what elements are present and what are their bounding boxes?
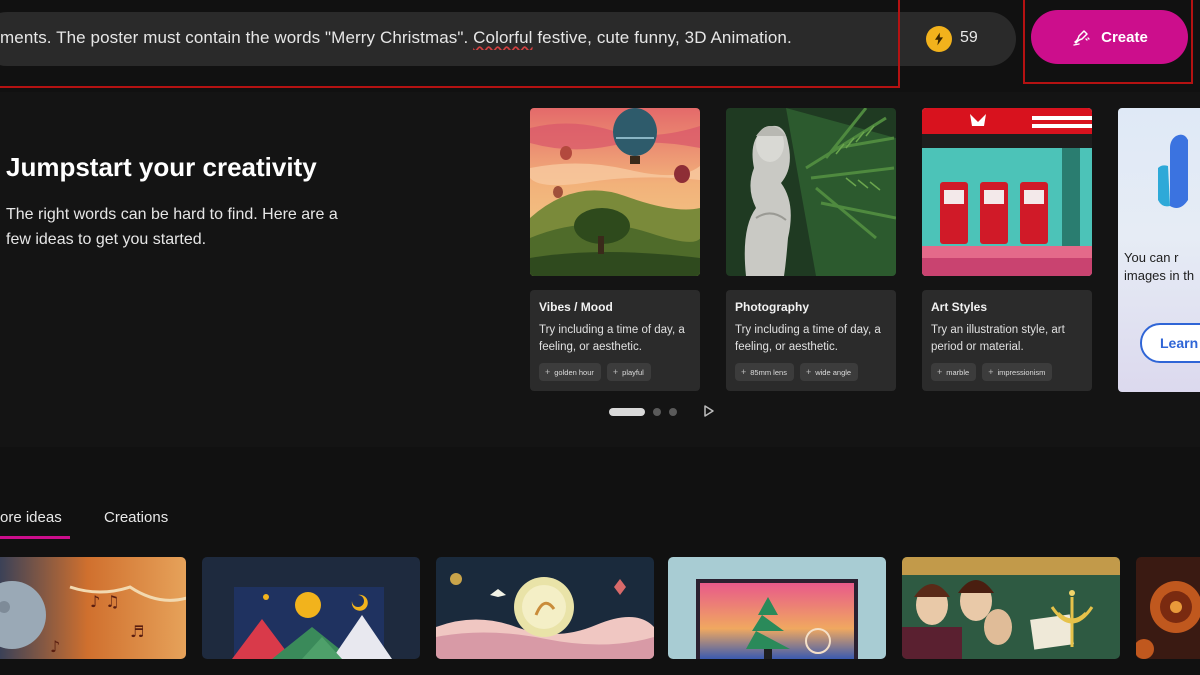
carousel-dot-active[interactable] [609,408,645,416]
create-button-label: Create [1101,28,1148,46]
plus-icon: + [988,367,994,377]
card-description: Try including a time of day, a feeling, … [735,324,881,353]
card-image-gas-station [922,108,1092,276]
tag-chip[interactable]: + golden hour [539,363,601,381]
card-info: Art Styles Try an illustration style, ar… [922,290,1092,391]
tab-creations[interactable]: Creations [104,509,168,526]
next-arrow-icon[interactable] [703,404,715,418]
svg-text:♪ ♫: ♪ ♫ [90,592,120,611]
svg-text:♬: ♬ [130,622,144,641]
promo-card[interactable]: You can r images in th Learn [1118,108,1200,392]
carousel-indicator [609,408,677,416]
card-description: Try an illustration style, art period or… [931,324,1065,353]
carousel-dot[interactable] [669,408,677,416]
card-image-balloons [530,108,700,276]
plus-icon: + [612,367,619,377]
plus-icon: + [937,367,943,377]
tab-explore-ideas[interactable]: ore ideas [0,509,62,526]
tag-label: 85mm lens [750,367,787,377]
card-title: Photography [735,300,809,314]
promo-text-line: images in th [1124,268,1195,283]
idea-card-photography[interactable]: Photography Try including a time of day,… [726,108,896,392]
carousel-dot[interactable] [653,408,661,416]
gallery-item-pagoda[interactable] [668,557,886,659]
tag-label: marble [946,367,970,377]
create-icon [1073,30,1090,46]
gallery-item-paper-mountains[interactable] [202,557,420,659]
tag-label: impressionism [997,367,1046,377]
card-image-statue [726,108,896,276]
tag-label: wide angle [815,367,852,377]
tag-chip[interactable]: + wide angle [799,363,859,381]
designer-logo-icon [1158,134,1188,208]
card-title: Art Styles [931,300,988,314]
tag-label: golden hour [554,367,594,377]
learn-more-button[interactable]: Learn [1140,323,1200,363]
card-info: Vibes / Mood Try including a time of day… [530,290,700,391]
bolt-icon [926,26,952,52]
promo-text: You can r images in th [1124,249,1200,285]
plus-icon: + [741,367,747,377]
active-tab-indicator [0,536,70,539]
plus-icon: + [805,367,812,377]
card-title: Vibes / Mood [539,300,613,314]
svg-text:♪: ♪ [50,637,60,656]
hero-description: The right words can be hard to find. Her… [6,206,338,248]
gallery-item-embroidered-night[interactable] [436,557,654,659]
plus-icon: + [545,367,551,377]
highlight-box-prompt [0,0,900,88]
tag-chip[interactable]: + marble [931,363,977,381]
gallery-item-menorah-singers[interactable] [902,557,1120,659]
gallery-item-ornament[interactable] [1136,557,1200,659]
boost-count: 59 [960,29,978,46]
tag-chip[interactable]: +85mm lens [735,363,794,381]
tag-label: playful [622,367,644,377]
card-info: Photography Try including a time of day,… [726,290,896,391]
card-description: Try including a time of day, a feeling, … [539,324,685,353]
tag-chip[interactable]: + impressionism [982,363,1053,381]
promo-text-line: You can r [1124,250,1179,265]
create-button[interactable]: Create [1031,10,1188,64]
gallery-item-music-moon[interactable]: ♪ ♫ ♬ ♪ [0,557,186,659]
idea-card-vibes[interactable]: Vibes / Mood Try including a time of day… [530,108,700,392]
hero-title: Jumpstart your creativity [6,152,317,182]
tag-chip[interactable]: + playful [606,363,651,381]
idea-card-art-styles[interactable]: Art Styles Try an illustration style, ar… [922,108,1092,392]
